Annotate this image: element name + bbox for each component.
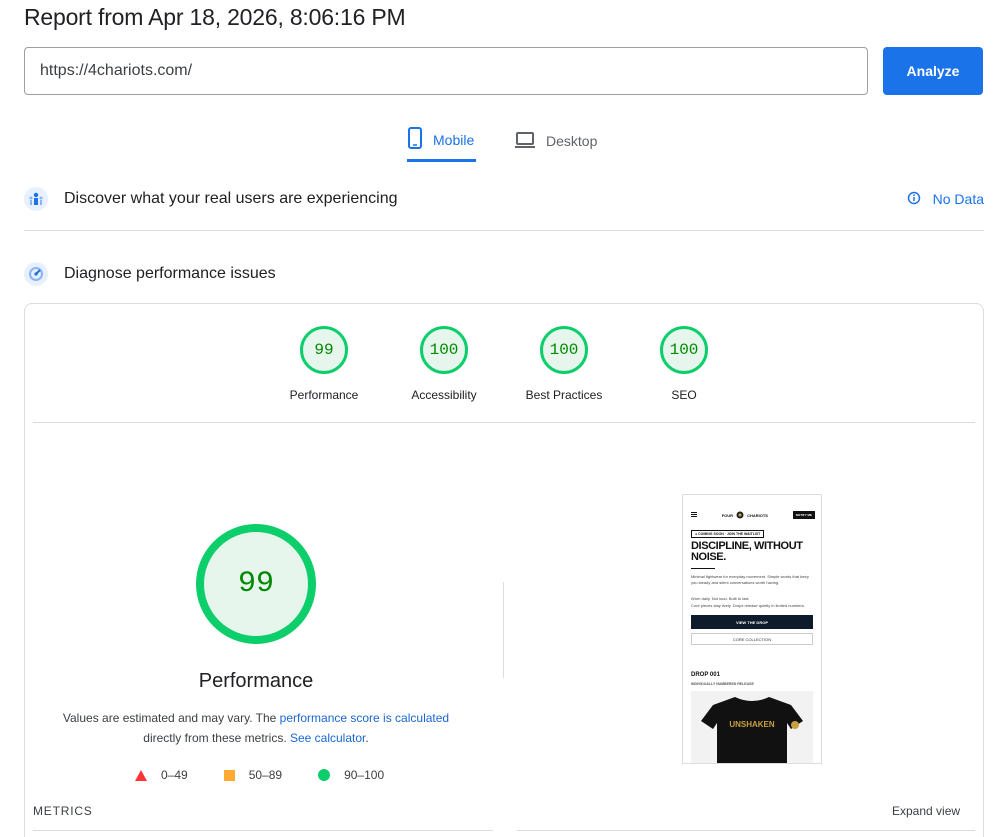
screenshot-shirt-box: UNSHAKEN xyxy=(691,691,813,763)
screenshot-drop-subtitle: INDIVIDUALLY NUMBERED RELEASE xyxy=(691,682,754,686)
screenshot-brand: FOUR CHARIOTS xyxy=(722,511,768,520)
section-diagnose-label: Diagnose performance issues xyxy=(64,265,276,282)
estimate-note-middle: directly from these metrics. xyxy=(143,731,290,745)
tab-mobile[interactable]: Mobile xyxy=(407,120,477,162)
screenshot-core-collection-button: CORE COLLECTION xyxy=(691,633,813,645)
legend-pass: 90–100 xyxy=(318,768,384,782)
gauge-accessibility[interactable]: 100 Accessibility xyxy=(384,326,504,402)
metrics-divider-left xyxy=(33,830,493,831)
legend-fail-label: 0–49 xyxy=(161,768,188,782)
laptop-icon xyxy=(514,131,536,152)
analyze-button[interactable]: Analyze xyxy=(883,47,983,95)
main-performance-label: Performance xyxy=(198,670,314,692)
legend-average: 50–89 xyxy=(223,768,283,782)
estimate-note-suffix: . xyxy=(365,731,369,745)
section-diagnose[interactable]: Diagnose performance issues xyxy=(24,249,984,299)
screenshot-paragraph-2: Worn daily. Not loud. Built to last. xyxy=(691,596,750,601)
section-divider xyxy=(24,230,984,231)
tab-mobile-label: Mobile xyxy=(433,131,475,148)
gauge-performance-score: 99 xyxy=(300,326,348,374)
screenshot-brand-left: FOUR xyxy=(721,512,734,518)
report-title: Report from Apr 18, 2026, 8:06:16 PM xyxy=(24,4,406,30)
estimate-note: Values are estimated and may vary. The p… xyxy=(56,708,456,748)
screenshot-drop-title: DROP 001 xyxy=(691,672,720,678)
tab-desktop[interactable]: Desktop xyxy=(514,120,597,162)
users-icon xyxy=(24,187,48,211)
gauge-accessibility-label: Accessibility xyxy=(411,388,477,402)
report-card: 99 Performance 100 Accessibility 100 Bes… xyxy=(24,303,984,837)
screenshot-paragraph-3: Core pieces stay lively. Drops release q… xyxy=(691,603,805,608)
legend-average-label: 50–89 xyxy=(248,768,283,782)
hamburger-icon xyxy=(691,512,697,518)
screenshot-rule xyxy=(691,568,715,569)
logo-icon xyxy=(736,511,744,520)
vertical-separator xyxy=(503,582,504,678)
gauge-performance-label: Performance xyxy=(289,388,359,402)
estimate-note-prefix: Values are estimated and may vary. The xyxy=(62,711,280,725)
screenshot-pill: ● COMING SOON · JOIN THE WAITLIST xyxy=(691,530,765,538)
screenshot-notify: NOTIFY ME xyxy=(792,511,815,519)
triangle-icon xyxy=(135,769,147,781)
card-divider xyxy=(33,422,975,423)
circle-icon xyxy=(318,769,331,781)
info-icon xyxy=(907,191,921,208)
legend-pass-label: 90–100 xyxy=(344,768,385,782)
phone-icon xyxy=(407,127,423,152)
tab-desktop-label: Desktop xyxy=(546,133,598,149)
gauge-accessibility-score: 100 xyxy=(420,326,468,374)
gauge-icon xyxy=(24,262,48,286)
screenshot-shirt-text: UNSHAKEN xyxy=(729,720,775,729)
gauge-performance[interactable]: 99 Performance xyxy=(264,326,384,402)
screenshot-headline: DISCIPLINE, WITHOUT NOISE. xyxy=(691,540,803,563)
legend-fail: 0–49 xyxy=(135,768,188,782)
gauge-best-practices-label: Best Practices xyxy=(525,388,603,402)
score-legend: 0–49 50–89 90–100 xyxy=(135,768,420,782)
section-real-users-label: Discover what your real users are experi… xyxy=(64,190,398,207)
performance-score-link[interactable]: performance score is calculated xyxy=(280,711,449,725)
gauge-seo-score: 100 xyxy=(660,326,708,374)
section-real-users[interactable]: Discover what your real users are experi… xyxy=(24,174,984,224)
gauge-best-practices[interactable]: 100 Best Practices xyxy=(504,326,624,402)
gauge-best-practices-score: 100 xyxy=(540,326,588,374)
url-input[interactable] xyxy=(24,47,868,95)
screenshot-nav: FOUR CHARIOTS NOTIFY ME xyxy=(691,509,815,521)
gauge-seo-label: SEO xyxy=(671,388,697,402)
page-screenshot: FOUR CHARIOTS NOTIFY ME ● COMING SOON · … xyxy=(682,494,822,764)
screenshot-brand-right: CHARIOTS xyxy=(747,512,768,518)
metrics-label: METRICS xyxy=(33,804,93,818)
no-data-label: No Data xyxy=(932,191,984,207)
score-gauges: 99 Performance 100 Accessibility 100 Bes… xyxy=(25,326,983,416)
expand-view-button[interactable]: Expand view xyxy=(892,804,960,818)
screenshot-view-drop-button: VIEW THE DROP xyxy=(691,615,813,629)
no-data-status[interactable]: No Data xyxy=(907,174,984,224)
see-calculator-link[interactable]: See calculator xyxy=(290,731,365,745)
screenshot-paragraph-1: Minimal fightwear for everyday movement.… xyxy=(691,574,809,585)
square-icon xyxy=(223,769,235,781)
main-performance-gauge: 99 xyxy=(196,524,316,644)
metrics-divider-right xyxy=(517,830,975,831)
gauge-seo[interactable]: 100 SEO xyxy=(624,326,744,402)
tshirt-image: UNSHAKEN xyxy=(701,697,803,763)
